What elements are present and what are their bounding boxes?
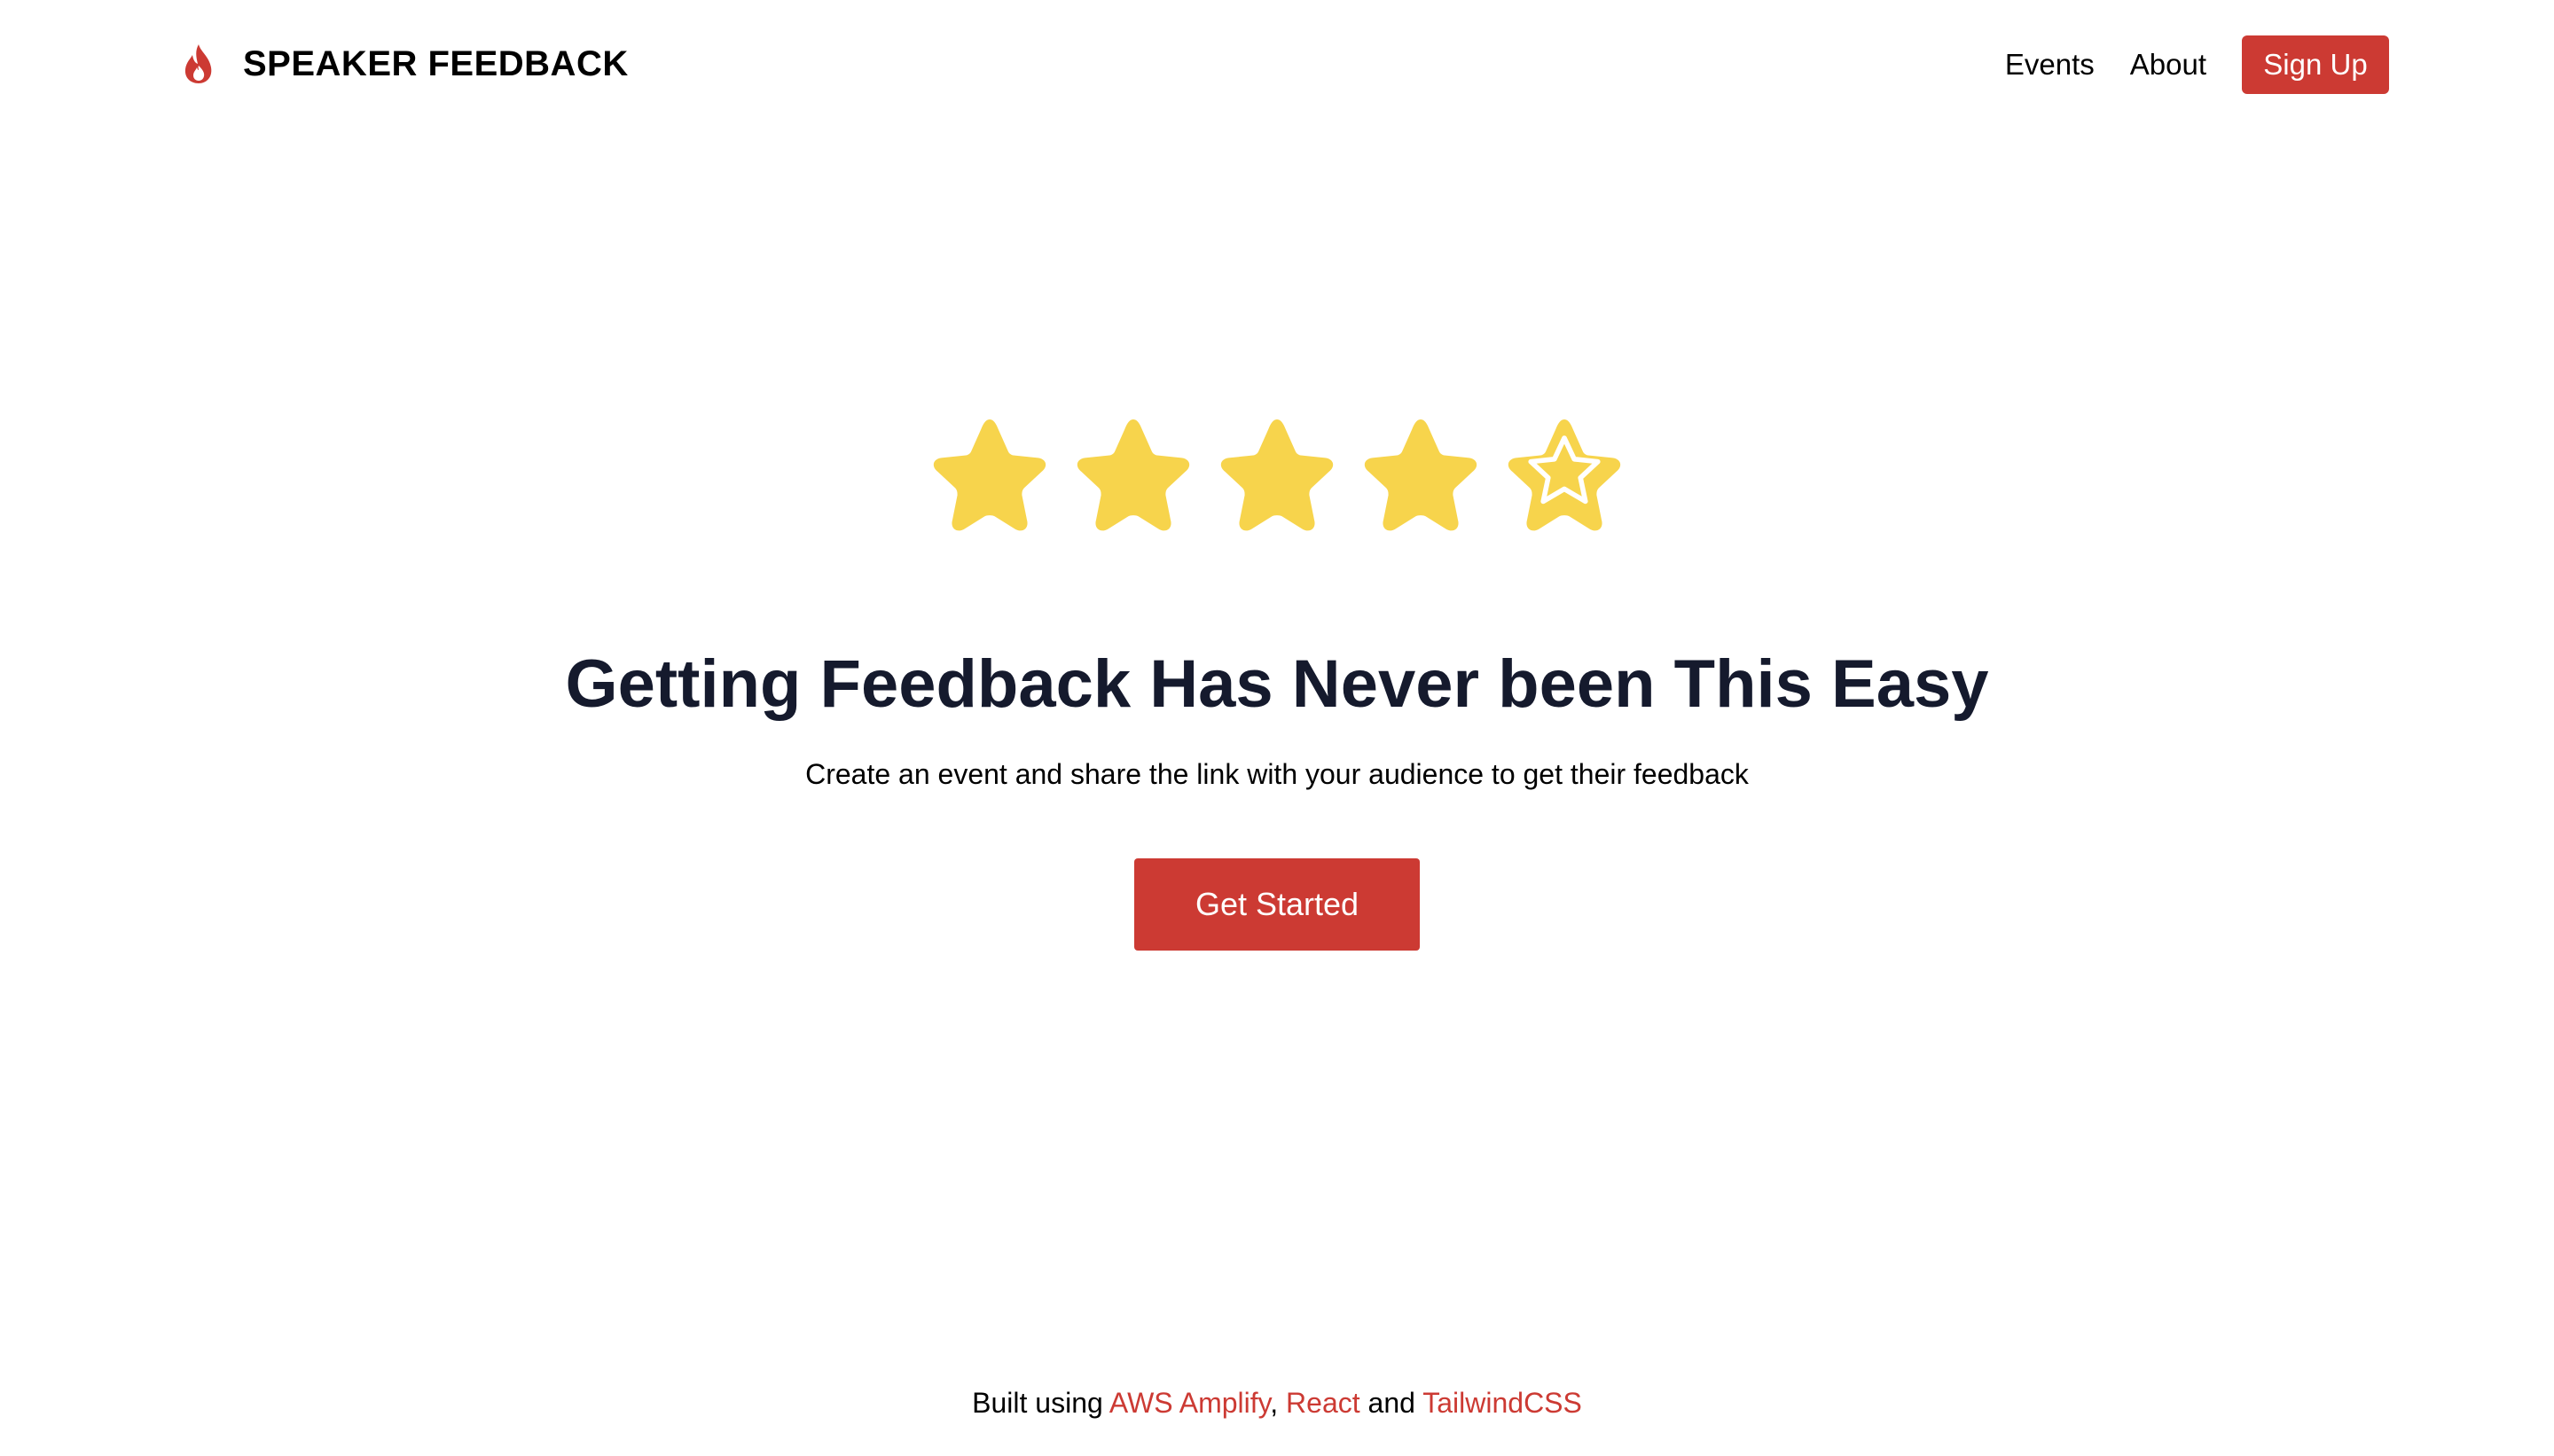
- top-nav: Events About Sign Up: [2005, 35, 2389, 94]
- flame-icon: [181, 43, 216, 85]
- aws-amplify-link[interactable]: AWS Amplify: [1109, 1387, 1270, 1419]
- star-rating: [0, 413, 2554, 537]
- nav-about-link[interactable]: About: [2130, 48, 2206, 82]
- brand-logo[interactable]: SPEAKER FEEDBACK: [181, 37, 629, 90]
- react-link[interactable]: React: [1286, 1387, 1360, 1419]
- footer-separator-text: ,: [1270, 1387, 1287, 1419]
- site-footer: Built using AWS Amplify, React and Tailw…: [0, 1387, 2554, 1420]
- star-filled-icon: [1077, 419, 1190, 531]
- sign-up-button[interactable]: Sign Up: [2242, 35, 2389, 94]
- star-filled-icon: [1220, 419, 1334, 531]
- star-filled-icon: [933, 419, 1046, 531]
- hero-subtitle: Create an event and share the link with …: [805, 758, 1749, 790]
- footer-separator-text: and: [1359, 1387, 1423, 1419]
- cta-container: Get Started: [0, 858, 2554, 951]
- star-outlined-icon: [1508, 419, 1621, 531]
- tailwindcss-link[interactable]: TailwindCSS: [1422, 1387, 1582, 1419]
- brand-title: SPEAKER FEEDBACK: [243, 43, 629, 83]
- nav-events-link[interactable]: Events: [2005, 48, 2095, 82]
- hero-title: Getting Feedback Has Never been This Eas…: [565, 646, 1989, 722]
- footer-prefix-text: Built using: [972, 1387, 1109, 1419]
- star-filled-icon: [1364, 419, 1477, 531]
- get-started-button[interactable]: Get Started: [1134, 858, 1420, 951]
- site-header: SPEAKER FEEDBACK Events About Sign Up: [0, 0, 2554, 129]
